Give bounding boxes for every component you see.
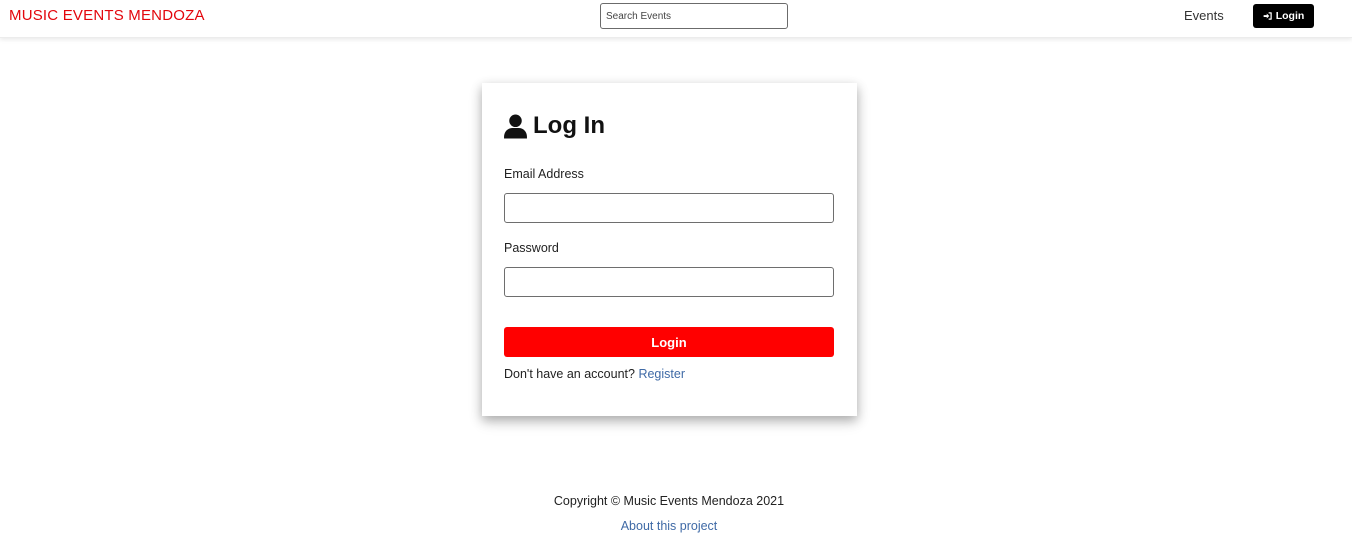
sign-in-icon: [1263, 12, 1272, 20]
top-navbar: MUSIC EVENTS MENDOZA Events Login: [0, 0, 1352, 38]
nav-login-button[interactable]: Login: [1253, 4, 1314, 28]
nav-events-link[interactable]: Events: [1184, 8, 1224, 23]
login-heading: Log In: [504, 112, 605, 140]
login-card: Log In Email Address Password Login Don'…: [482, 83, 857, 416]
nav-login-label: Login: [1275, 10, 1305, 22]
search-input[interactable]: [600, 3, 788, 29]
login-submit-button[interactable]: Login: [504, 327, 834, 357]
brand-logo-link[interactable]: MUSIC EVENTS MENDOZA: [9, 7, 205, 24]
password-label: Password: [504, 241, 559, 255]
register-prompt: Don't have an account? Register: [504, 367, 685, 381]
page-title: Log In: [533, 112, 605, 139]
password-field[interactable]: [504, 267, 834, 297]
register-link[interactable]: Register: [638, 367, 685, 381]
email-label: Email Address: [504, 167, 584, 181]
user-icon: [504, 114, 527, 138]
about-project-link[interactable]: About this project: [621, 519, 718, 533]
copyright-text: Copyright © Music Events Mendoza 2021: [553, 494, 785, 508]
email-field[interactable]: [504, 193, 834, 223]
no-account-text: Don't have an account?: [504, 367, 635, 381]
about-container: About this project: [0, 519, 1338, 533]
